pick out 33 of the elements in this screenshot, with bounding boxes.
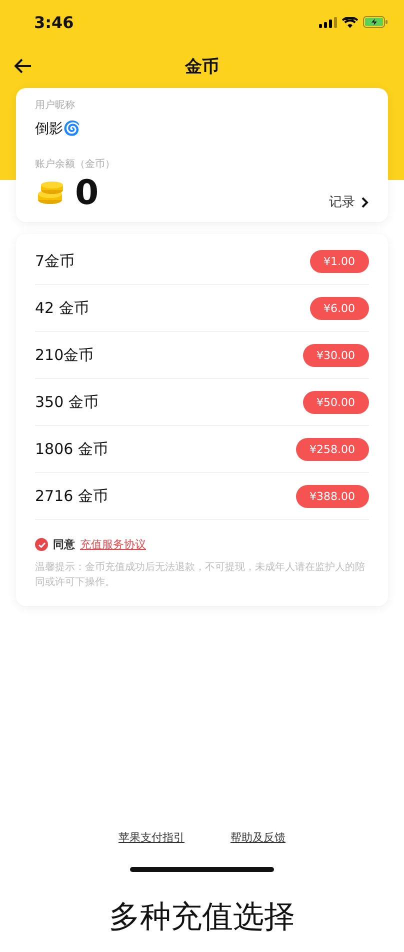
- balance-value: 0: [75, 175, 99, 211]
- coin-amount: 1806 金币: [35, 440, 108, 458]
- nickname: 倒影🌀: [35, 120, 81, 138]
- coin-amount: 42 金币: [35, 298, 89, 318]
- coin-amount: 210金币: [35, 346, 94, 364]
- coin-amount: 2716 金币: [35, 486, 108, 506]
- status-time: 3:46: [34, 12, 74, 32]
- footer-link[interactable]: 帮助及反馈: [230, 830, 286, 845]
- agree-label: 同意: [53, 537, 75, 552]
- coins-icon: [35, 181, 65, 205]
- back-arrow-icon[interactable]: [14, 58, 32, 74]
- price-button[interactable]: ¥388.00: [296, 484, 369, 508]
- price-button[interactable]: ¥258.00: [296, 438, 369, 460]
- footer-link[interactable]: 苹果支付指引: [118, 830, 184, 845]
- battery-icon: [363, 16, 388, 28]
- coin-amount: 350 金币: [35, 392, 98, 412]
- price-button[interactable]: ¥1.00: [310, 250, 369, 272]
- signal-icon: [319, 16, 337, 28]
- coin-amount: 7金币: [35, 252, 75, 270]
- price-button[interactable]: ¥6.00: [310, 296, 369, 320]
- wifi-icon: [342, 16, 358, 28]
- agreement-link[interactable]: 充值服务协议: [80, 537, 146, 552]
- page-title: 金币: [185, 56, 219, 78]
- agree-checkbox[interactable]: [35, 538, 48, 551]
- notice-text: 温馨提示：金币充值成功后无法退款，不可提现，未成年人请在监护人的陪同或许可下操作。: [35, 560, 366, 590]
- price-button[interactable]: ¥50.00: [302, 390, 369, 414]
- caption: 多种充值选择: [108, 898, 296, 936]
- balance-label: 账户余额（金币）: [35, 158, 116, 171]
- records-link[interactable]: 记录: [329, 193, 369, 211]
- nickname-label: 用户昵称: [35, 98, 76, 112]
- price-button[interactable]: ¥30.00: [302, 344, 369, 366]
- chevron-right-icon: [361, 196, 369, 208]
- checkmark-icon: [38, 542, 46, 548]
